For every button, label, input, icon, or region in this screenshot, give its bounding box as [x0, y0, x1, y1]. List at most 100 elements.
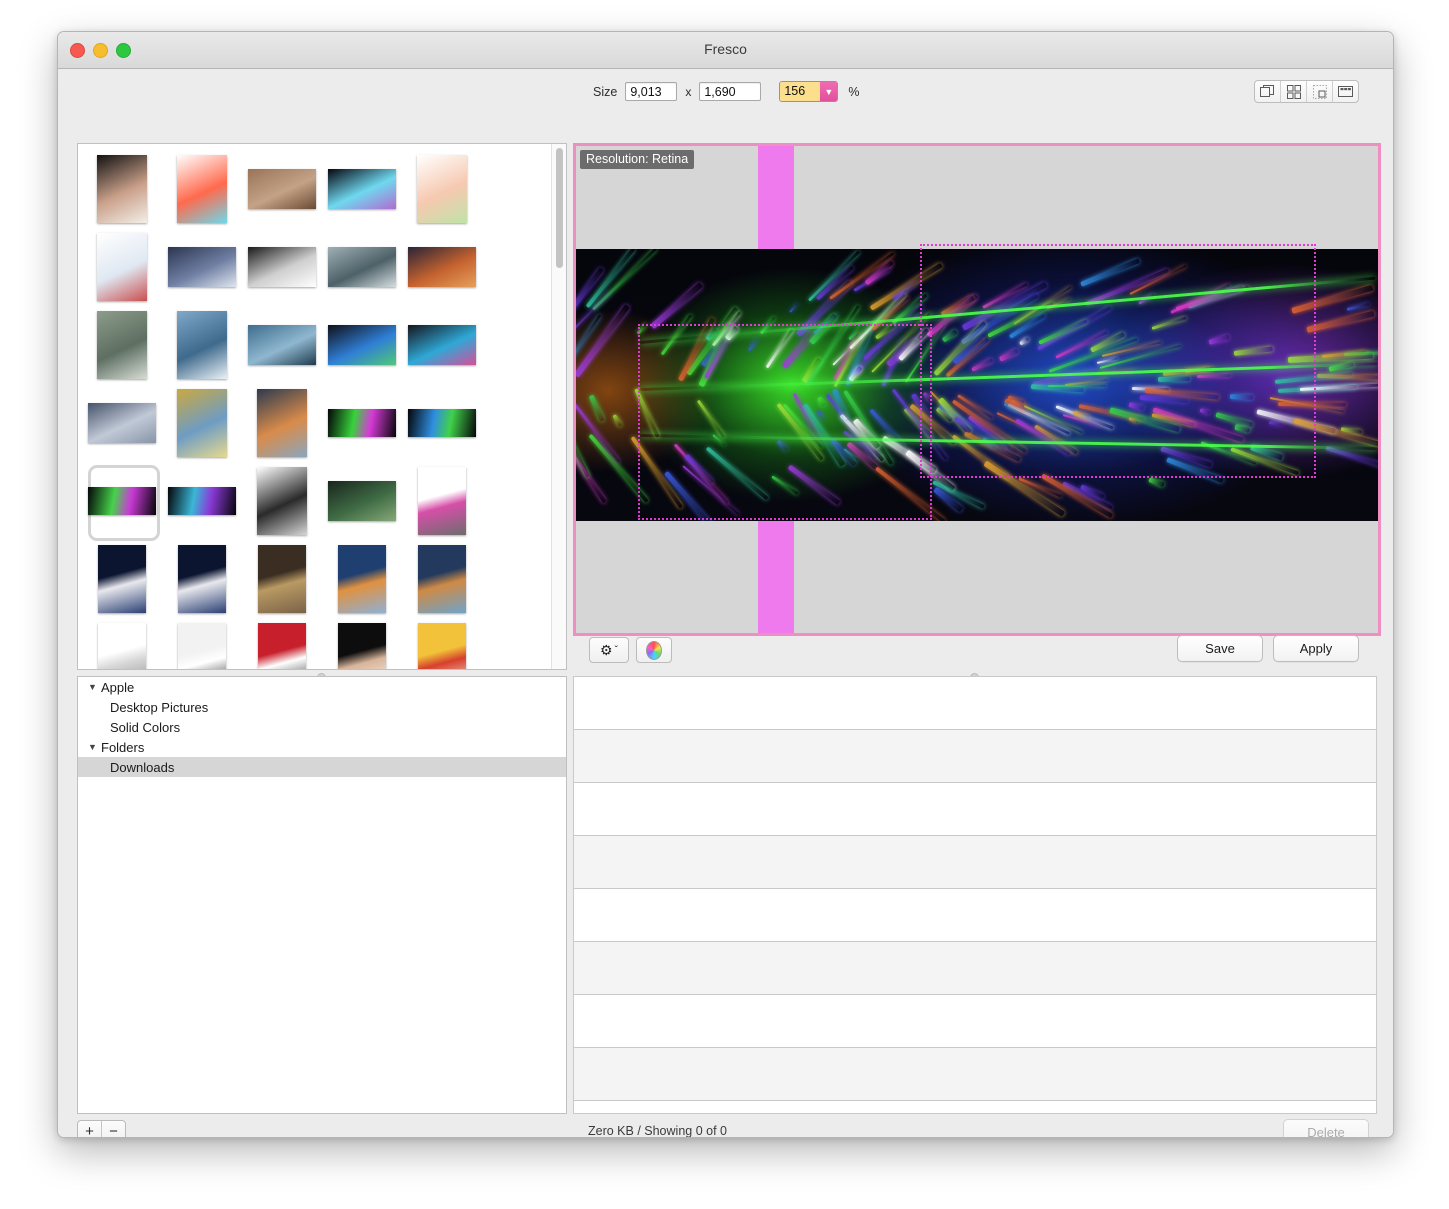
razer-rainbow-wave-selected[interactable]: [88, 487, 156, 515]
thumbnail-cell[interactable]: [82, 462, 162, 541]
document-preview-page[interactable]: [178, 623, 226, 669]
thumbnail-cell[interactable]: [162, 306, 242, 384]
sidebar-item-desktop-pictures[interactable]: Desktop Pictures: [78, 697, 566, 717]
blue-lake-mountain[interactable]: [248, 325, 316, 365]
thumbnail-browser[interactable]: [77, 143, 567, 670]
thumbnail-cell[interactable]: [322, 618, 402, 669]
chevron-down-icon[interactable]: ▼: [820, 82, 838, 101]
forest-path-dark[interactable]: [328, 481, 396, 521]
save-button[interactable]: Save: [1177, 635, 1263, 662]
thumbnail-cell[interactable]: [242, 306, 322, 384]
mountain-dawn-lake[interactable]: [257, 389, 307, 457]
single-view-icon[interactable]: [1255, 81, 1281, 102]
thumbnail-cell[interactable]: [402, 384, 482, 462]
thumbnail-cell[interactable]: [242, 618, 322, 669]
city-skyline-dusk[interactable]: [168, 247, 236, 287]
thumbnail-cell[interactable]: [402, 306, 482, 384]
color-picker-button[interactable]: [636, 637, 672, 663]
way-of-kings-book[interactable]: [338, 545, 386, 613]
common-adjectives-chart[interactable]: [177, 155, 227, 223]
thumbnail-cell[interactable]: [402, 540, 482, 618]
the-one-device-book[interactable]: [98, 623, 146, 669]
thumbnail-cell[interactable]: [402, 228, 482, 306]
thumbnail-cell[interactable]: [162, 384, 242, 462]
thumbnail-cell[interactable]: [322, 384, 402, 462]
file-list-row[interactable]: [574, 730, 1376, 783]
thumbnail-cell[interactable]: [82, 540, 162, 618]
thumbnail-cell[interactable]: [322, 306, 402, 384]
settings-menu-button[interactable]: ⚙ ˇ: [589, 637, 629, 663]
image-preview-canvas[interactable]: Resolution: Retina: [573, 143, 1381, 636]
thumbnail-cell[interactable]: [402, 618, 482, 669]
how-to-win-friends-book[interactable]: [418, 623, 466, 669]
thumbnail-cell[interactable]: [82, 306, 162, 384]
sidebar-item-downloads[interactable]: Downloads: [78, 757, 566, 777]
edgedancer-book-b[interactable]: [178, 545, 226, 613]
oathbringer-book[interactable]: [258, 545, 306, 613]
thumbnail-cell[interactable]: [402, 150, 482, 228]
abstract-aurora-dark[interactable]: [328, 169, 396, 209]
add-source-button[interactable]: +: [78, 1121, 102, 1137]
i-heard-you-paint-houses-book[interactable]: [258, 623, 306, 669]
sex-at-dawn-book[interactable]: [338, 623, 386, 669]
rainbow-field-photo[interactable]: [177, 389, 227, 457]
remove-source-button[interactable]: −: [102, 1121, 125, 1137]
file-list-row[interactable]: [574, 836, 1376, 889]
razer-rainbow-wave-c[interactable]: [168, 487, 236, 515]
thumbnail-cell[interactable]: [82, 618, 162, 669]
grid-view-icon[interactable]: [1281, 81, 1307, 102]
thumbnail-cell[interactable]: [322, 540, 402, 618]
zoom-percent-combo[interactable]: 156 ▼: [779, 81, 839, 102]
thumbnail-cell[interactable]: [162, 228, 242, 306]
thumbnail-cell[interactable]: [322, 462, 402, 540]
scrollbar-thumb[interactable]: [556, 148, 563, 268]
file-list-row[interactable]: [574, 677, 1376, 730]
list-of-adjectives-chart[interactable]: [97, 233, 147, 301]
thumbnail-cell[interactable]: [242, 540, 322, 618]
think-python-book[interactable]: [418, 467, 466, 535]
thumbnail-cell[interactable]: [242, 462, 322, 540]
file-list-row[interactable]: [574, 942, 1376, 995]
thumbnail-cell[interactable]: [82, 150, 162, 228]
girl-with-sword-artwork[interactable]: [97, 155, 147, 223]
add-remove-source-control[interactable]: + −: [77, 1120, 126, 1137]
sidebar-item-apple[interactable]: ▼ Apple: [78, 677, 566, 697]
mountain-sunset-peaks[interactable]: [408, 247, 476, 287]
zoom-percent-input[interactable]: 156: [780, 82, 821, 101]
razer-rainbow-wave-b[interactable]: [408, 409, 476, 437]
thumbnail-cell[interactable]: [162, 618, 242, 669]
disclosure-triangle-icon[interactable]: ▼: [88, 682, 100, 692]
thumbnail-cell[interactable]: [162, 540, 242, 618]
height-input[interactable]: 1,690: [699, 82, 762, 101]
thumbnail-cell[interactable]: [322, 228, 402, 306]
rgb-desk-setup-b[interactable]: [408, 325, 476, 365]
file-list-row[interactable]: [574, 783, 1376, 836]
thumbnail-cell[interactable]: [162, 150, 242, 228]
thumbnail-cell[interactable]: [322, 150, 402, 228]
crop-guide-right[interactable]: [920, 244, 1316, 478]
file-list-panel[interactable]: [573, 676, 1377, 1114]
brick-wall-photo[interactable]: [248, 169, 316, 209]
file-list-row[interactable]: [574, 889, 1376, 942]
thumbnail-cell[interactable]: [402, 462, 482, 540]
hiking-trail-mountains[interactable]: [97, 311, 147, 379]
thumbnail-cell[interactable]: [162, 462, 242, 540]
filmstrip-view-icon[interactable]: [1333, 81, 1358, 102]
thumbnail-cell[interactable]: [82, 384, 162, 462]
anime-lineart-portrait[interactable]: [257, 467, 307, 535]
foggy-lake-forest[interactable]: [328, 247, 396, 287]
crop-guide-left[interactable]: [638, 324, 932, 520]
delete-button[interactable]: Delete: [1283, 1119, 1369, 1137]
sprite-view-icon[interactable]: [1307, 81, 1333, 102]
cloudy-sunrise-valley[interactable]: [88, 403, 156, 443]
sidebar-item-folders[interactable]: ▼ Folders: [78, 737, 566, 757]
common-proper-noun-chart[interactable]: [417, 155, 467, 223]
words-of-radiance-book[interactable]: [418, 545, 466, 613]
apply-button[interactable]: Apply: [1273, 635, 1359, 662]
rgb-desk-setup-a[interactable]: [328, 325, 396, 365]
thumbnail-cell[interactable]: [242, 384, 322, 462]
view-mode-segmented-control[interactable]: [1254, 80, 1359, 103]
thumbnail-cell[interactable]: [82, 228, 162, 306]
thumbnail-scrollbar[interactable]: [551, 144, 566, 669]
file-list-row[interactable]: [574, 995, 1376, 1048]
